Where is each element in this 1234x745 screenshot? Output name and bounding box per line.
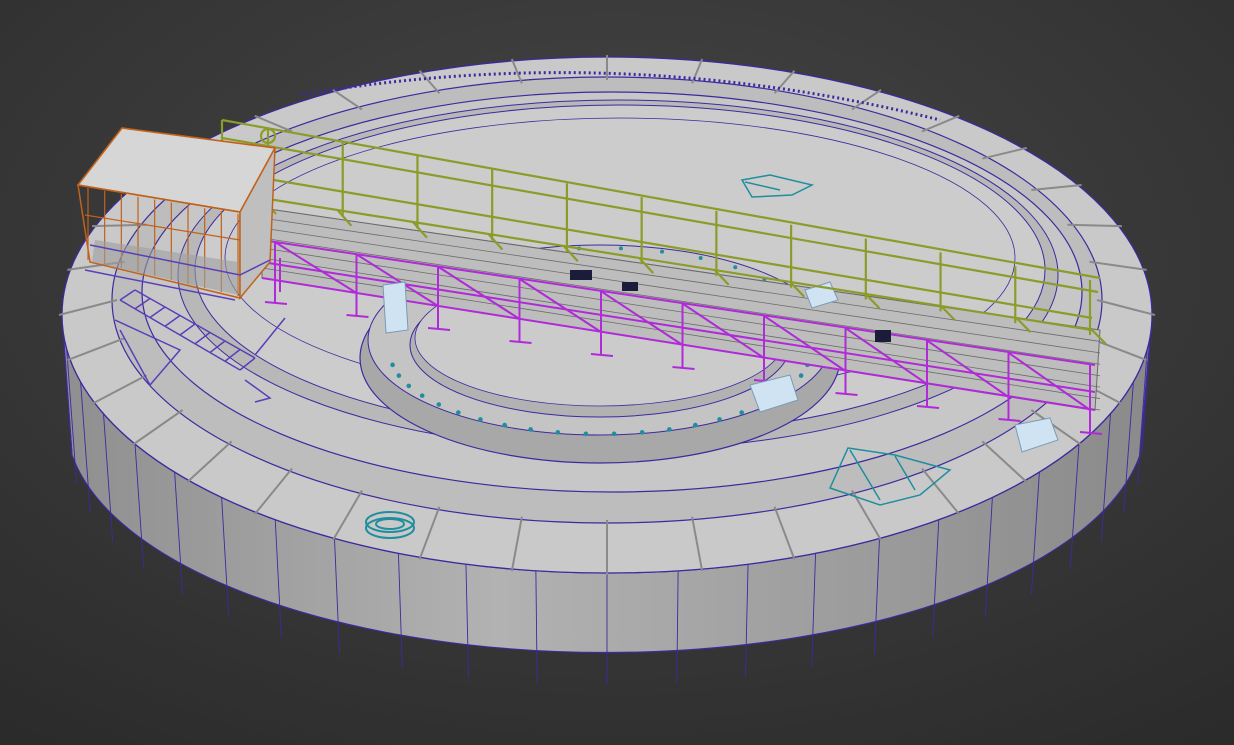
- well-bolt: [618, 246, 623, 251]
- well-bolt: [717, 417, 722, 422]
- rim-post: [1067, 223, 1122, 228]
- deck-hatch-3: [875, 330, 891, 342]
- well-bolt: [478, 417, 483, 422]
- well-bolt: [693, 422, 698, 428]
- deck-hatch-2: [622, 282, 638, 291]
- clarifier-3d-scene[interactable]: [0, 0, 1234, 745]
- well-bolt: [698, 256, 703, 261]
- well-bolt: [390, 362, 395, 368]
- well-bolt: [456, 410, 461, 415]
- well-bolt: [528, 427, 533, 432]
- well-bolt: [396, 373, 402, 378]
- center-drive: [382, 281, 409, 334]
- well-bolt: [733, 265, 738, 270]
- well-bolt: [639, 430, 645, 435]
- well-bolt: [436, 402, 442, 407]
- well-bolt: [798, 373, 804, 378]
- well-bolt: [739, 410, 744, 415]
- well-bolt: [555, 430, 561, 435]
- well-bolt: [419, 393, 425, 398]
- well-bolt: [406, 383, 412, 389]
- well-bolt: [667, 427, 672, 432]
- well-bolt: [583, 431, 589, 437]
- 3d-viewport[interactable]: [0, 0, 1234, 745]
- well-bolt: [611, 431, 617, 437]
- well-bolt: [502, 422, 507, 428]
- well-bolt: [660, 249, 665, 254]
- deck-hatch-1: [570, 270, 592, 280]
